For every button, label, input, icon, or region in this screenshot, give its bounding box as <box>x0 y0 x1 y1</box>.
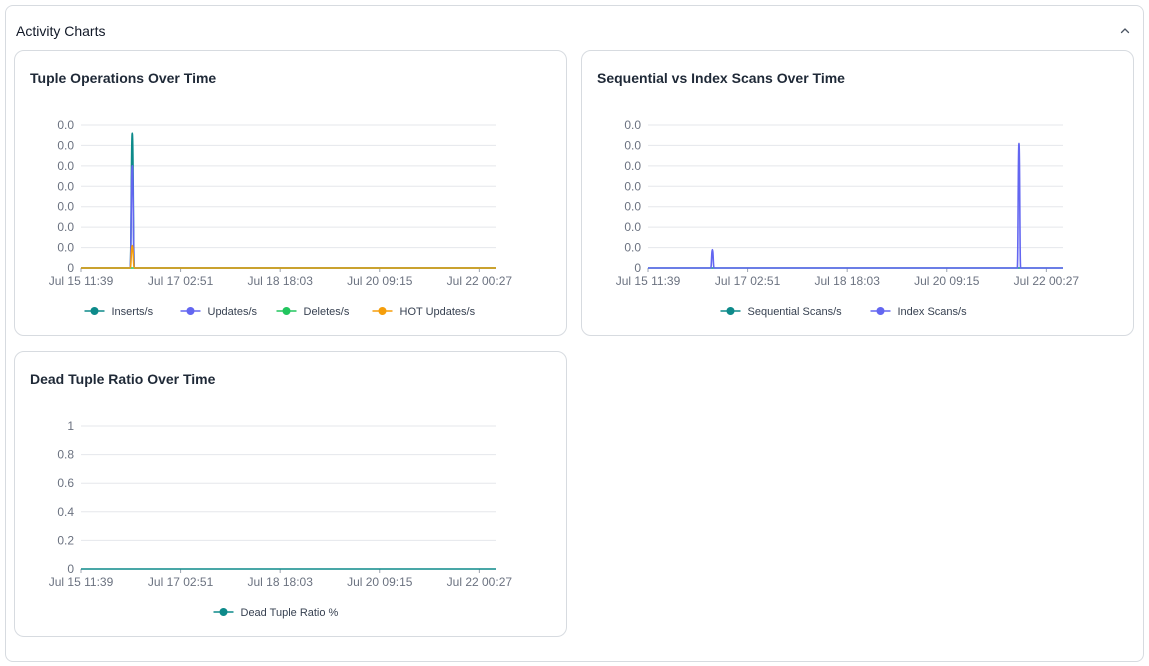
y-tick-label: 0 <box>67 261 74 275</box>
legend-label: Dead Tuple Ratio % <box>241 607 339 619</box>
legend-item: Dead Tuple Ratio % <box>213 607 339 619</box>
y-tick-label: 0.8 <box>57 448 74 462</box>
y-tick-label: 1 <box>67 419 74 433</box>
legend-swatch-dot <box>726 307 735 315</box>
tuple-operations-chart: 0 0.0 0.0 0.0 0.0 0.0 0.0 0.0 Jul 15 11:39 Jul 17… <box>49 118 513 318</box>
x-tick-label: Jul 18 18:03 <box>247 274 313 288</box>
x-tick-label: Jul 22 00:27 <box>1014 274 1080 288</box>
legend-swatch-dot <box>876 307 885 315</box>
chart-card-tuple-operations: Tuple Operations Over Time 0 0.0 0.0 0.0 0.0… <box>14 50 567 336</box>
x-tick-label: Jul 15 11:39 <box>49 575 114 589</box>
legend-label: Sequential Scans/s <box>748 306 843 318</box>
collapse-button[interactable] <box>1117 22 1133 38</box>
series-line-updates-s <box>81 165 496 269</box>
x-tick-label: Jul 20 09:15 <box>347 274 413 288</box>
y-tick-label: 0 <box>634 261 641 275</box>
y-tick-label: 0.2 <box>57 533 74 547</box>
legend-label: HOT Updates/s <box>400 306 476 318</box>
y-tick-label: 0.6 <box>57 476 74 490</box>
y-tick-label: 0.0 <box>624 159 641 173</box>
x-tick-label: Jul 17 02:51 <box>148 575 214 589</box>
legend-swatch-dot <box>186 307 195 315</box>
section-title: Activity Charts <box>16 23 106 39</box>
legend-swatch-dot <box>219 608 228 616</box>
y-tick-label: 0.0 <box>57 241 74 255</box>
y-tick-label: 0.0 <box>57 200 74 214</box>
y-tick-label: 0.0 <box>624 241 641 255</box>
chart-card-dead-tuple-ratio: Dead Tuple Ratio Over Time 0 0.2 0.4 0.6 0.8… <box>14 351 567 637</box>
x-tick-label: Jul 22 00:27 <box>447 575 513 589</box>
y-tick-label: 0.4 <box>57 505 74 519</box>
legend-label: Updates/s <box>208 306 258 318</box>
y-tick-label: 0.0 <box>57 220 74 234</box>
y-tick-label: 0.0 <box>57 179 74 193</box>
dead-tuple-ratio-chart: 0 0.2 0.4 0.6 0.8 1 Jul 15 11:39 Jul 17 02:51 Ju… <box>49 419 513 619</box>
legend-label: Deletes/s <box>304 306 350 318</box>
x-tick-label: Jul 15 11:39 <box>616 274 681 288</box>
legend-item: Deletes/s <box>276 306 350 318</box>
legend-item: Updates/s <box>180 306 258 318</box>
x-tick-label: Jul 17 02:51 <box>148 274 214 288</box>
x-tick-label: Jul 18 18:03 <box>814 274 880 288</box>
legend-label: Index Scans/s <box>898 306 968 318</box>
x-tick-label: Jul 15 11:39 <box>49 274 114 288</box>
y-tick-label: 0 <box>67 562 74 576</box>
y-tick-label: 0.0 <box>624 200 641 214</box>
legend-swatch-dot <box>378 307 387 315</box>
legend-item: HOT Updates/s <box>372 306 476 318</box>
legend-swatch-dot <box>90 307 99 315</box>
y-tick-label: 0.0 <box>624 179 641 193</box>
scans-chart: 0 0.0 0.0 0.0 0.0 0.0 0.0 0.0 Jul 15 11:39 Jul 17… <box>616 118 1080 318</box>
x-tick-label: Jul 17 02:51 <box>715 274 781 288</box>
legend-swatch-dot <box>282 307 291 315</box>
legend-label: Inserts/s <box>112 306 154 318</box>
chevron-up-icon <box>1120 27 1130 33</box>
legend-item: Sequential Scans/s <box>720 306 843 318</box>
x-tick-label: Jul 20 09:15 <box>347 575 413 589</box>
y-tick-label: 0.0 <box>57 159 74 173</box>
legend-item: Index Scans/s <box>870 306 968 318</box>
y-tick-label: 0.0 <box>624 138 641 152</box>
legend-item: Inserts/s <box>84 306 154 318</box>
y-tick-label: 0.0 <box>57 118 74 132</box>
series-line-hot-updates-s <box>81 244 496 269</box>
y-tick-label: 0.0 <box>624 118 641 132</box>
x-tick-label: Jul 18 18:03 <box>247 575 313 589</box>
y-tick-label: 0.0 <box>57 138 74 152</box>
x-tick-label: Jul 20 09:15 <box>914 274 980 288</box>
x-tick-label: Jul 22 00:27 <box>447 274 513 288</box>
y-tick-label: 0.0 <box>624 220 641 234</box>
series-line-index-scans-s <box>648 142 1063 269</box>
chart-card-scans: Sequential vs Index Scans Over Time 0 0.0… <box>581 50 1134 336</box>
